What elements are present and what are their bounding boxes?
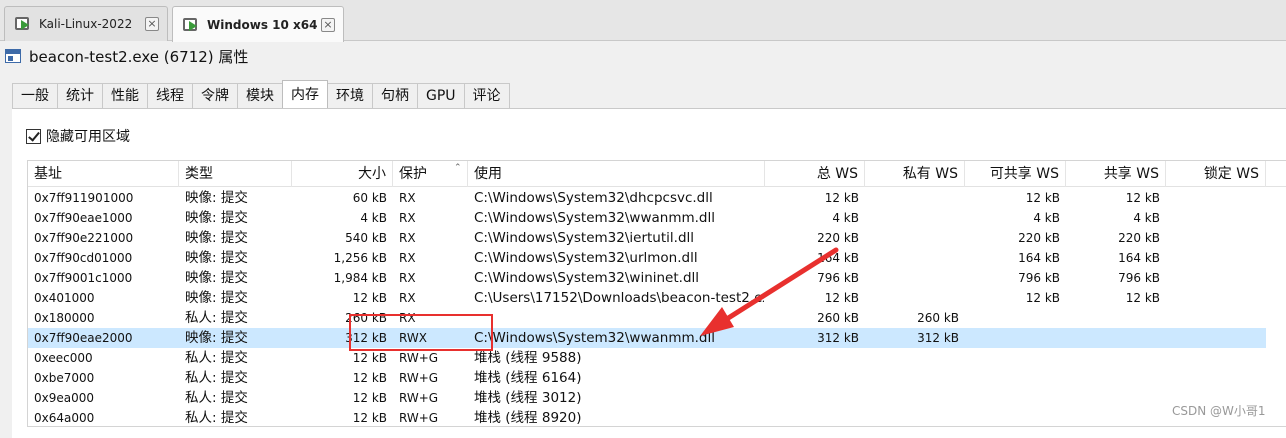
annotation-arrow-icon	[700, 247, 839, 336]
watermark: CSDN @W小哥1	[1172, 404, 1266, 418]
tab-memory[interactable]: 内存	[282, 80, 328, 108]
